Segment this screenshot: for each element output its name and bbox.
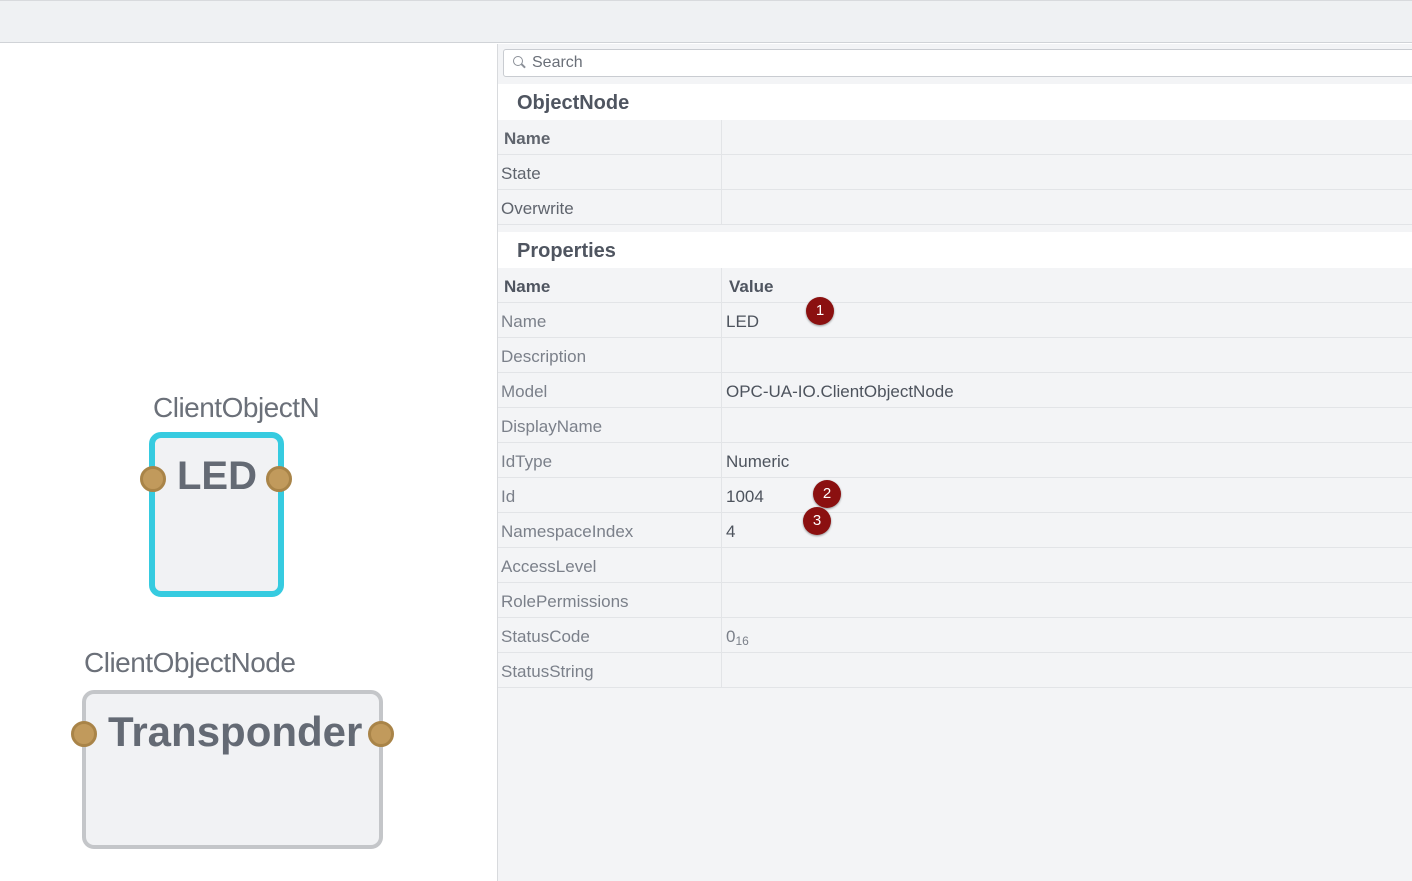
- node-caption: ClientObjectNode: [84, 647, 296, 678]
- search-input[interactable]: [532, 53, 1392, 73]
- node-title: Transponder: [108, 708, 363, 755]
- table-row[interactable]: StatusString: [498, 653, 1412, 688]
- property-name: DisplayName: [498, 408, 722, 442]
- annotation-marker-1: 1: [806, 297, 834, 325]
- table-row[interactable]: State: [498, 155, 1412, 190]
- column-header-name: Name: [498, 120, 722, 154]
- top-toolbar: [0, 0, 1412, 43]
- property-name: IdType: [498, 443, 722, 477]
- node-caption: ClientObjectN: [153, 392, 320, 423]
- table-row[interactable]: NamespaceIndex 4: [498, 513, 1412, 548]
- table-header-row: Name Value: [498, 268, 1412, 303]
- table-row[interactable]: IdType Numeric: [498, 443, 1412, 478]
- objectnode-section-header[interactable]: ObjectNode: [498, 84, 1412, 120]
- section-title: ObjectNode: [517, 92, 630, 114]
- column-header-name: Name: [498, 268, 722, 302]
- property-name: Model: [498, 373, 722, 407]
- property-name: Id: [498, 478, 722, 512]
- properties-panel: ObjectNode Name State Overwrite Properti…: [498, 44, 1412, 881]
- table-row[interactable]: Id 1004: [498, 478, 1412, 513]
- property-name: StatusString: [498, 653, 722, 687]
- property-value[interactable]: [726, 653, 1406, 696]
- section-title: Properties: [517, 240, 616, 262]
- row-name: Overwrite: [498, 190, 722, 224]
- table-row: Name: [498, 120, 1412, 155]
- table-row[interactable]: Model OPC-UA-IO.ClientObjectNode: [498, 373, 1412, 408]
- property-name: StatusCode: [498, 618, 722, 652]
- properties-section-header[interactable]: Properties: [498, 232, 1412, 268]
- property-name: NamespaceIndex: [498, 513, 722, 547]
- annotation-marker-3: 3: [803, 507, 831, 535]
- table-row[interactable]: AccessLevel: [498, 548, 1412, 583]
- search-box[interactable]: [503, 49, 1412, 77]
- search-icon: [513, 56, 523, 66]
- table-row[interactable]: Overwrite: [498, 190, 1412, 225]
- output-port[interactable]: [368, 721, 394, 747]
- node-title: LED: [177, 454, 257, 498]
- property-name: AccessLevel: [498, 548, 722, 582]
- property-name: Name: [498, 303, 722, 337]
- diagram-canvas[interactable]: ClientObjectN LED ClientObjectNode Trans…: [0, 44, 497, 881]
- row-name: State: [498, 155, 722, 189]
- table-row[interactable]: Description: [498, 338, 1412, 373]
- table-row[interactable]: RolePermissions: [498, 583, 1412, 618]
- property-name: Description: [498, 338, 722, 372]
- input-port[interactable]: [71, 721, 97, 747]
- table-row[interactable]: Name LED: [498, 303, 1412, 338]
- table-row[interactable]: DisplayName: [498, 408, 1412, 443]
- table-row[interactable]: StatusCode 016: [498, 618, 1412, 653]
- output-port[interactable]: [266, 466, 292, 492]
- status-code-base: 16: [735, 634, 749, 648]
- input-port[interactable]: [140, 466, 166, 492]
- property-name: RolePermissions: [498, 583, 722, 617]
- annotation-marker-2: 2: [813, 480, 841, 508]
